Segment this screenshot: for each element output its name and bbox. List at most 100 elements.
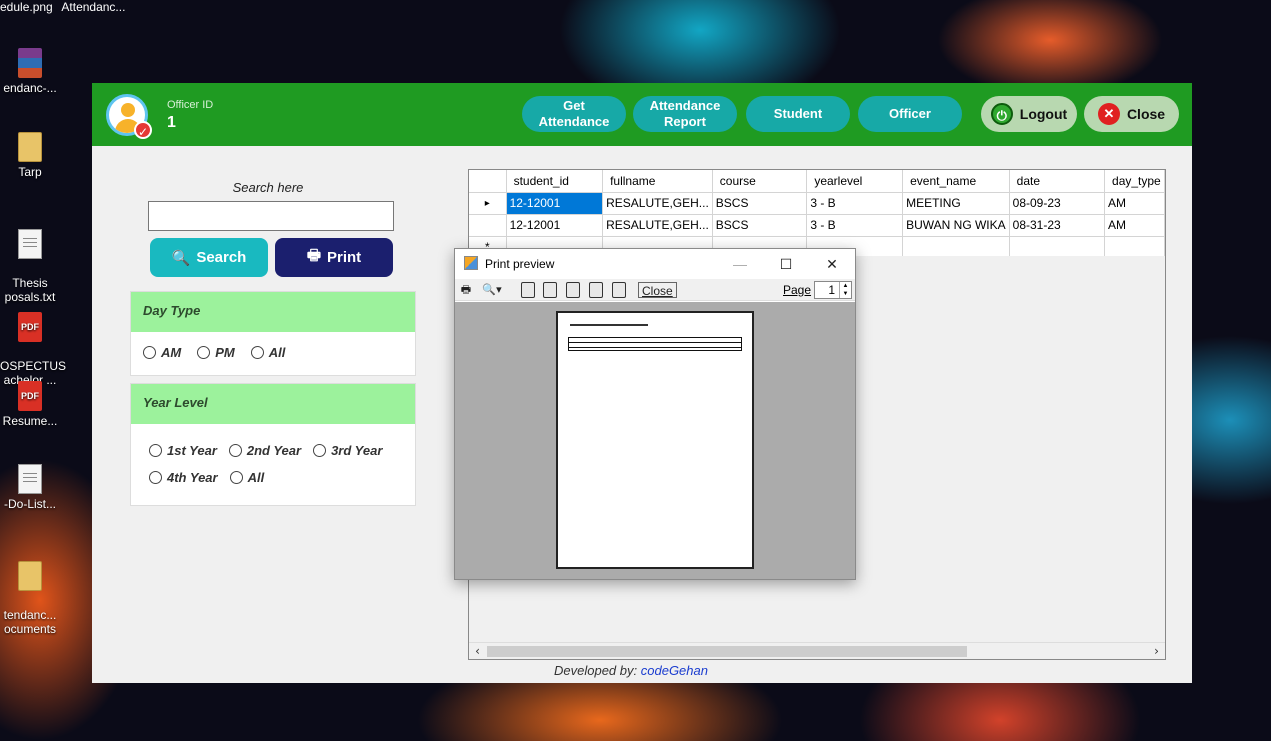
desktop-icon-label: -Do-List... — [3, 497, 56, 511]
radio-circle-icon — [143, 346, 156, 359]
two-pages-icon[interactable] — [543, 282, 557, 298]
officer-button[interactable]: Officer — [858, 96, 962, 132]
year-level-radio-4th[interactable]: 4th Year — [149, 470, 218, 485]
desktop-file-label[interactable]: Attendanc... — [61, 0, 125, 14]
day-type-radio-pm[interactable]: PM — [197, 345, 235, 360]
print-preview-app-icon — [464, 256, 478, 270]
power-icon: ⏻ — [990, 103, 1013, 125]
page-label: Page — [783, 283, 812, 297]
text-file-icon — [18, 229, 42, 259]
column-header[interactable]: course — [712, 170, 808, 193]
credit-brand: codeGehan — [640, 663, 708, 678]
attendance-report-button[interactable]: Attendance Report — [633, 96, 737, 132]
table-row[interactable]: 12-12001 RESALUTE,GEH... BSCS 3 - B BUWA… — [469, 214, 1165, 237]
window-close-icon[interactable]: ✕ — [809, 249, 855, 279]
column-header[interactable]: event_name — [902, 170, 1010, 193]
desktop-icon-todo[interactable]: -Do-List... — [0, 464, 60, 511]
rar-icon — [18, 48, 42, 78]
scroll-left-icon[interactable]: ‹ — [469, 643, 486, 660]
table-cell[interactable]: AM — [1104, 192, 1165, 215]
pdf-icon: PDF — [18, 312, 42, 342]
desktop-top-files: edule.png Attendanc... — [0, 0, 131, 14]
column-header[interactable]: yearlevel — [806, 170, 904, 193]
attendance-table: student_id fullname course yearlevel eve… — [469, 170, 1165, 256]
row-header — [469, 214, 507, 237]
three-pages-icon[interactable] — [566, 282, 580, 298]
desktop-icon-label: Resume... — [2, 414, 58, 428]
desktop-icon-label: endanc-... — [3, 81, 57, 95]
close-app-button[interactable]: ✕ Close — [1084, 96, 1179, 132]
table-cell[interactable]: 3 - B — [806, 192, 904, 215]
day-type-radio-all[interactable]: All — [250, 345, 285, 360]
search-icon: 🔍 — [171, 249, 191, 267]
row-header-corner — [469, 170, 507, 193]
horizontal-scrollbar[interactable]: ‹ › — [469, 642, 1165, 659]
zoom-icon[interactable]: 🔍▾ — [478, 282, 506, 298]
radio-circle-icon — [229, 471, 243, 484]
search-button[interactable]: 🔍 Search — [150, 238, 268, 277]
one-page-icon[interactable] — [521, 282, 535, 298]
minimize-icon[interactable]: — — [717, 249, 763, 279]
print-button[interactable]: 🖶 Print — [275, 238, 393, 277]
preview-header-line — [570, 324, 648, 326]
year-level-radio-2nd[interactable]: 2nd Year — [228, 443, 301, 458]
desktop-file-label[interactable]: edule.png — [0, 0, 53, 14]
folder-icon — [18, 561, 42, 591]
table-cell[interactable]: BUWAN NG WIKA — [902, 214, 1010, 237]
year-level-radio-all[interactable]: All — [229, 470, 264, 485]
student-button[interactable]: Student — [746, 96, 850, 132]
day-type-title: Day Type — [131, 292, 415, 332]
table-cell[interactable]: RESALUTE,GEH... — [602, 214, 713, 237]
radio-circle-icon — [313, 444, 327, 457]
page-stepper[interactable]: 1 ▲ ▼ — [814, 281, 852, 299]
column-header[interactable]: day_type — [1104, 170, 1165, 193]
table-cell[interactable]: BSCS — [712, 214, 808, 237]
six-pages-icon[interactable] — [612, 282, 626, 298]
preview-table-thumbnail — [568, 337, 742, 351]
scroll-right-icon[interactable]: › — [1148, 643, 1165, 660]
print-preview-titlebar[interactable]: Print preview — ☐ ✕ — [455, 249, 855, 279]
table-cell[interactable]: 08-31-23 — [1009, 214, 1106, 237]
get-attendance-button[interactable]: Get Attendance — [522, 96, 626, 132]
credit-prefix: Developed by: — [554, 663, 638, 678]
table-cell[interactable]: 08-09-23 — [1009, 192, 1106, 215]
printer-icon: 🖶 — [306, 247, 321, 264]
current-row-indicator-icon: ▸ — [469, 192, 507, 215]
stepper-arrows-icon[interactable]: ▲ ▼ — [839, 282, 851, 298]
table-cell[interactable]: 12-12001 — [506, 214, 604, 237]
search-button-label: Search — [196, 249, 247, 266]
maximize-icon[interactable]: ☐ — [763, 249, 809, 279]
table-header-row: student_id fullname course yearlevel eve… — [469, 170, 1165, 193]
table-row[interactable]: ▸ 12-12001 RESALUTE,GEH... BSCS 3 - B ME… — [469, 192, 1165, 215]
desktop-icon-resume[interactable]: PDF Resume... — [0, 381, 60, 428]
table-cell[interactable]: 3 - B — [806, 214, 904, 237]
day-type-radio-am[interactable]: AM — [143, 345, 181, 360]
table-cell[interactable]: RESALUTE,GEH... — [602, 192, 713, 215]
table-cell[interactable]: AM — [1104, 214, 1165, 237]
print-icon[interactable]: 🖶 — [458, 282, 474, 298]
print-preview-title: Print preview — [485, 257, 555, 271]
radio-circle-icon — [149, 444, 162, 457]
column-header[interactable]: fullname — [602, 170, 713, 193]
table-cell[interactable]: 12-12001 — [506, 192, 604, 215]
table-cell[interactable]: MEETING — [902, 192, 1010, 215]
folder-icon — [18, 132, 42, 162]
desktop-icon-tarp[interactable]: Tarp — [0, 132, 60, 179]
search-input[interactable] — [148, 201, 394, 231]
year-level-group: Year Level 1st Year 2nd Year 3rd Year 4t… — [130, 383, 416, 506]
print-preview-close-button[interactable]: Close — [638, 282, 677, 298]
scrollbar-thumb[interactable] — [487, 646, 967, 657]
column-header[interactable]: date — [1009, 170, 1106, 193]
page-value: 1 — [828, 283, 835, 297]
desktop-icon-attendance-docs[interactable]: tendanc... ocuments — [0, 547, 60, 650]
column-header[interactable]: student_id — [506, 170, 604, 193]
desktop-icon-archive[interactable]: endanc-... — [0, 48, 60, 95]
logout-button[interactable]: ⏻ Logout — [981, 96, 1077, 132]
check-badge-icon: ✓ — [134, 121, 152, 139]
four-pages-icon[interactable] — [589, 282, 603, 298]
year-level-radio-3rd[interactable]: 3rd Year — [313, 443, 382, 458]
year-level-radio-1st[interactable]: 1st Year — [149, 443, 217, 458]
table-cell[interactable]: BSCS — [712, 192, 808, 215]
radio-circle-icon — [197, 346, 211, 359]
officer-id-label: Officer ID — [167, 99, 214, 111]
